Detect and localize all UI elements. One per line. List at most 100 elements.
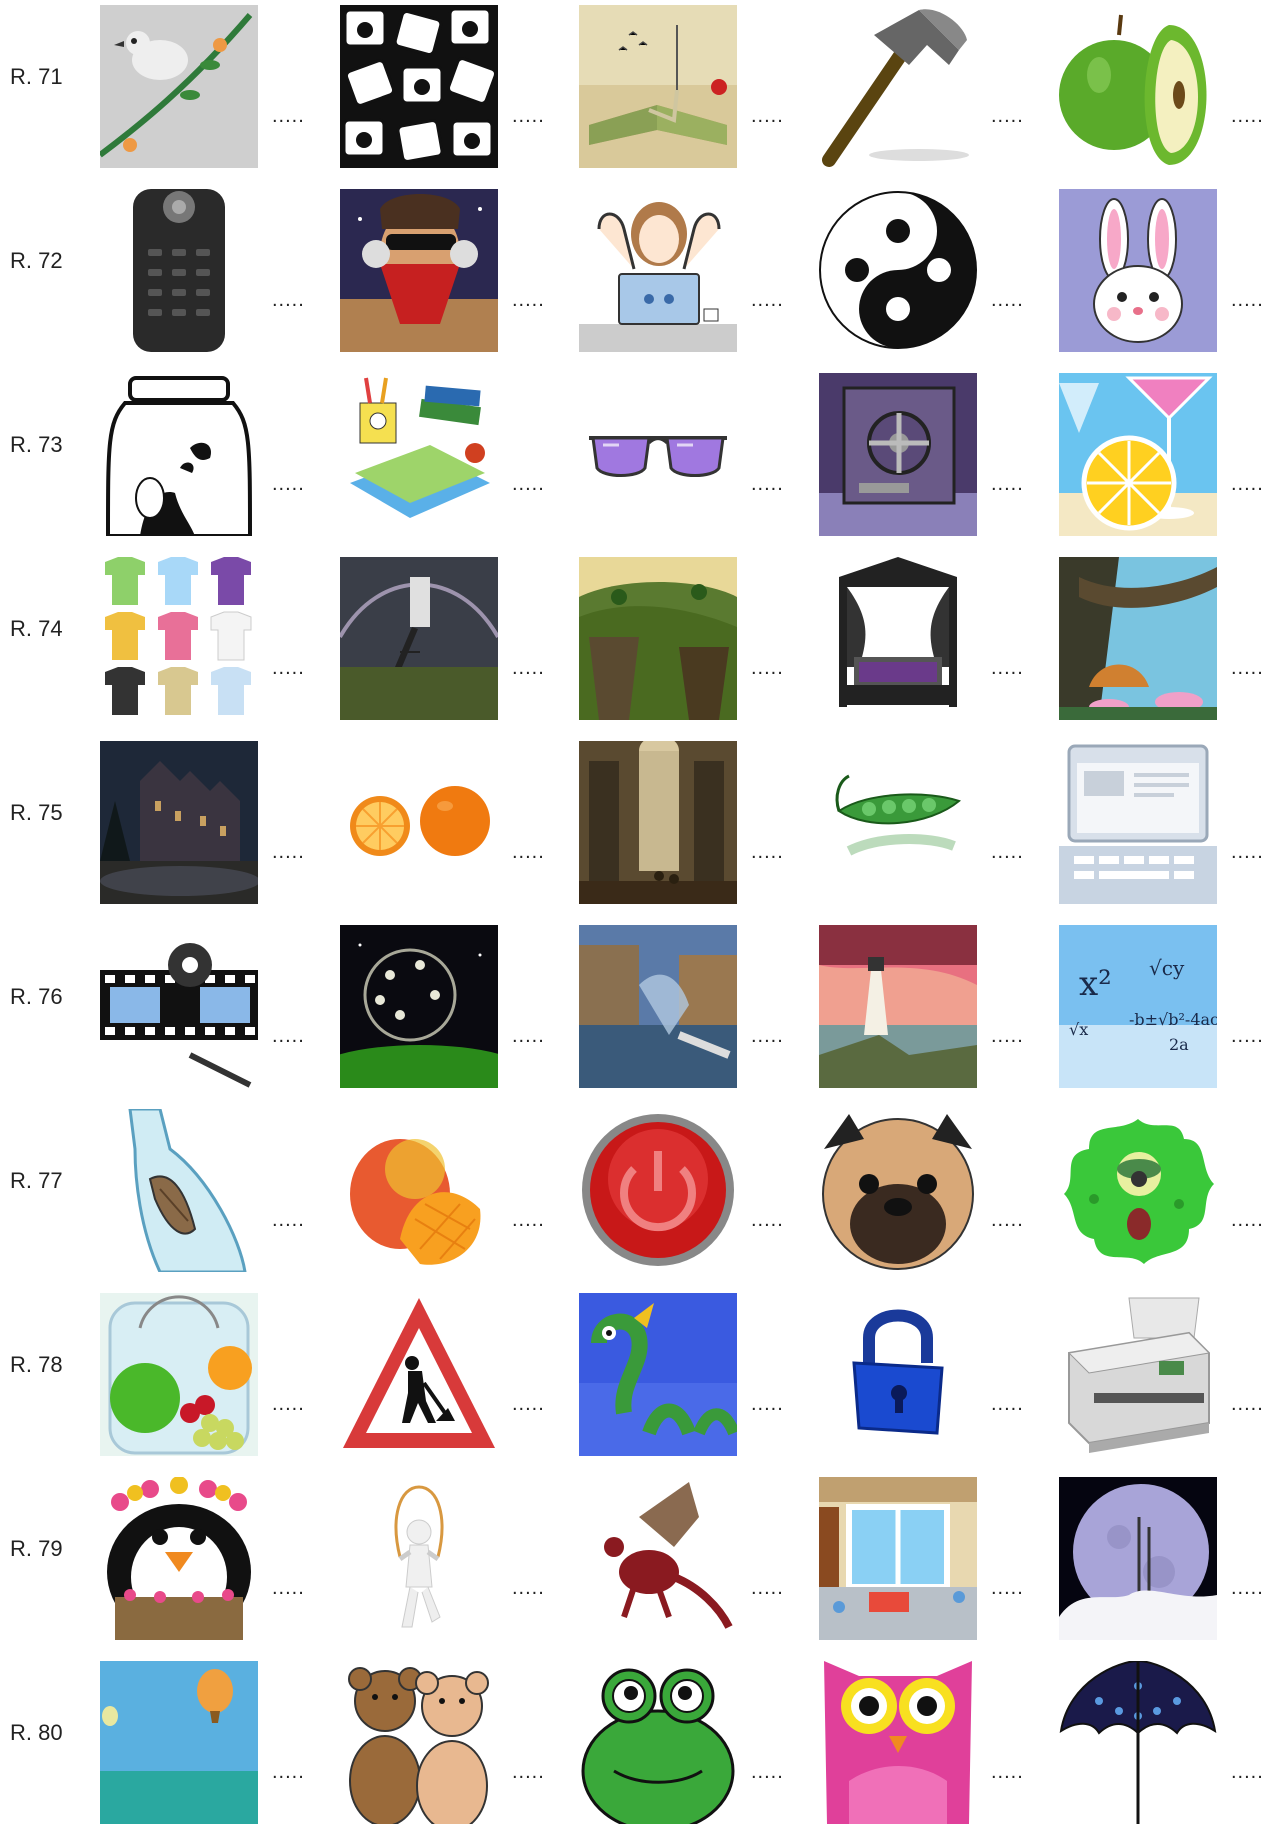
answer-blank[interactable]: ..... <box>272 1393 305 1416</box>
worksheet-row: R. 80 ..... ..... ..... ..... ..... <box>0 1656 1271 1824</box>
answer-blank[interactable]: ..... <box>512 105 545 128</box>
worksheet-row: R. 79 ..... ..... ..... ..... ..... <box>0 1472 1271 1640</box>
answer-blank[interactable]: ..... <box>1231 841 1264 864</box>
answer-blank[interactable]: ..... <box>512 473 545 496</box>
answer-blank[interactable]: ..... <box>751 1393 784 1416</box>
answer-blank[interactable]: ..... <box>512 1025 545 1048</box>
answer-blank[interactable]: ..... <box>991 473 1024 496</box>
green-cliff-landscape-icon <box>579 557 737 720</box>
picture-cell: ..... <box>100 1477 304 1640</box>
picture-cell: ..... <box>100 557 304 720</box>
answer-blank[interactable]: ..... <box>1231 657 1264 680</box>
mango-icon <box>340 1109 498 1272</box>
answer-blank[interactable]: ..... <box>751 841 784 864</box>
printer-scanner-icon <box>1059 1293 1217 1456</box>
picture-cell: ..... <box>579 1109 783 1272</box>
pea-pod-icon <box>819 741 977 904</box>
picture-cell: ..... <box>819 925 1023 1088</box>
row-label: R. 77 <box>10 1168 63 1193</box>
picture-cell: ..... <box>819 5 1023 168</box>
answer-blank[interactable]: ..... <box>512 841 545 864</box>
answer-blank[interactable]: ..... <box>751 657 784 680</box>
worksheet-row: R. 77 ..... ..... ..... ..... ..... <box>0 1104 1271 1272</box>
answer-blank[interactable]: ..... <box>751 1025 784 1048</box>
fruit-on-scale-icon <box>100 1293 258 1456</box>
picture-cell: ..... <box>819 557 1023 720</box>
row-label: R. 71 <box>10 64 63 89</box>
padlock-icon <box>819 1293 977 1456</box>
answer-blank[interactable]: ..... <box>272 289 305 312</box>
answer-blank[interactable]: ..... <box>272 1025 305 1048</box>
answer-blank[interactable]: ..... <box>991 1577 1024 1600</box>
answer-blank[interactable]: ..... <box>272 841 305 864</box>
answer-blank[interactable]: ..... <box>751 105 784 128</box>
answer-blank[interactable]: ..... <box>1231 1577 1264 1600</box>
answer-blank[interactable]: ..... <box>751 1761 784 1784</box>
answer-blank[interactable]: ..... <box>1231 289 1264 312</box>
answer-blank[interactable]: ..... <box>1231 1209 1264 1232</box>
bird-on-branch-icon <box>100 5 258 168</box>
answer-blank[interactable]: ..... <box>512 1393 545 1416</box>
answer-blank[interactable]: ..... <box>991 657 1024 680</box>
worksheet-row: R. 76 ..... ..... ..... ..... x² √cy -b±√b… <box>0 920 1271 1088</box>
picture-cell: ..... <box>100 373 304 536</box>
bunny-face-icon <box>1059 189 1217 352</box>
hula-penguin-icon <box>100 1477 258 1640</box>
answer-blank[interactable]: ..... <box>272 1209 305 1232</box>
answer-blank[interactable]: ..... <box>991 105 1024 128</box>
picture-cell: ..... <box>1059 5 1263 168</box>
picture-cell: ..... <box>340 1477 544 1640</box>
answer-blank[interactable]: ..... <box>991 841 1024 864</box>
answer-blank[interactable]: ..... <box>272 1577 305 1600</box>
picture-cell: ..... <box>340 5 544 168</box>
lighthouse-sunset-icon <box>819 925 977 1088</box>
worksheet-row: R. 78 ..... ..... ..... ..... ..... <box>0 1288 1271 1456</box>
answer-blank[interactable]: ..... <box>1231 1025 1264 1048</box>
answer-blank[interactable]: ..... <box>512 289 545 312</box>
answer-blank[interactable]: ..... <box>272 473 305 496</box>
bank-vault-icon <box>819 373 977 536</box>
picture-cell: ..... <box>1059 1109 1263 1272</box>
answer-blank[interactable]: ..... <box>751 473 784 496</box>
picture-cell: ..... <box>340 1661 544 1824</box>
math-formulas-icon: x² √cy -b±√b²-4ac 2a √x <box>1059 925 1217 1088</box>
answer-blank[interactable]: ..... <box>751 1209 784 1232</box>
answer-blank[interactable]: ..... <box>512 1209 545 1232</box>
picture-cell: ..... <box>579 557 783 720</box>
girl-at-laptop-icon <box>579 189 737 352</box>
answer-blank[interactable]: ..... <box>751 289 784 312</box>
sea-serpent-icon <box>579 1293 737 1456</box>
answer-blank[interactable]: ..... <box>991 289 1024 312</box>
picture-cell: ..... <box>340 1109 544 1272</box>
picture-cell: ..... <box>579 5 783 168</box>
answer-blank[interactable]: ..... <box>991 1393 1024 1416</box>
answer-blank[interactable]: ..... <box>512 1577 545 1600</box>
remote-control-icon <box>100 189 258 352</box>
answer-blank[interactable]: ..... <box>751 1577 784 1600</box>
answer-blank[interactable]: ..... <box>272 105 305 128</box>
answer-blank[interactable]: ..... <box>272 657 305 680</box>
umbrella-icon <box>1059 1661 1217 1824</box>
answer-blank[interactable]: ..... <box>1231 473 1264 496</box>
picture-cell: ..... <box>819 741 1023 904</box>
lotus-fantasy-icon <box>1059 557 1217 720</box>
green-apple-icon <box>1059 5 1217 168</box>
answer-blank[interactable]: ..... <box>991 1025 1024 1048</box>
red-dragon-icon <box>579 1477 737 1640</box>
row-label: R. 80 <box>10 1720 63 1745</box>
picture-cell: ..... <box>819 373 1023 536</box>
answer-blank[interactable]: ..... <box>272 1761 305 1784</box>
answer-blank[interactable]: ..... <box>991 1209 1024 1232</box>
answer-blank[interactable]: ..... <box>512 657 545 680</box>
moon-clouds-icon <box>1059 1477 1217 1640</box>
tshirts-grid-icon <box>100 557 258 720</box>
answer-blank[interactable]: ..... <box>512 1761 545 1784</box>
answer-blank[interactable]: ..... <box>991 1761 1024 1784</box>
jump-rope-figure-icon <box>340 1477 498 1640</box>
answer-blank[interactable]: ..... <box>1231 1393 1264 1416</box>
picture-cell: ..... <box>1059 557 1263 720</box>
answer-blank[interactable]: ..... <box>1231 105 1264 128</box>
answer-blank[interactable]: ..... <box>1231 1761 1264 1784</box>
school-supplies-icon <box>340 373 498 536</box>
picture-cell: ..... <box>100 189 304 352</box>
